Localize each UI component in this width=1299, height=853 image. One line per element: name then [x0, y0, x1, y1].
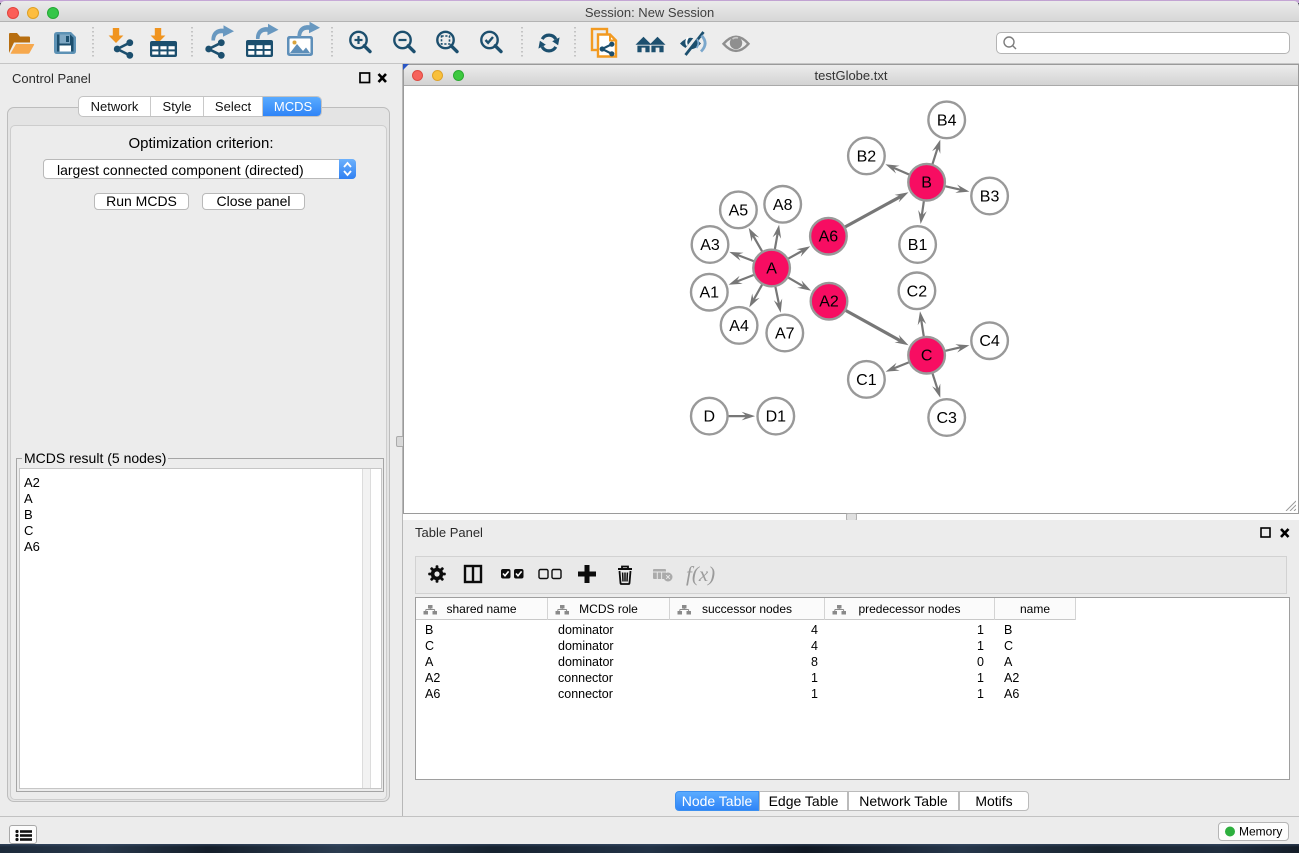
svg-text:C1: C1	[856, 372, 877, 389]
svg-text:f(x): f(x)	[686, 562, 715, 586]
svg-text:C2: C2	[907, 283, 928, 300]
svg-text:B3: B3	[980, 189, 1000, 206]
svg-text:A: A	[766, 261, 777, 278]
svg-text:C4: C4	[979, 333, 1000, 350]
svg-text:A2: A2	[819, 294, 839, 311]
svg-text:B: B	[921, 175, 932, 192]
svg-text:A1: A1	[700, 285, 720, 302]
svg-text:C: C	[921, 348, 933, 365]
svg-text:D1: D1	[766, 409, 787, 426]
svg-text:A3: A3	[700, 237, 720, 254]
svg-text:A7: A7	[775, 326, 795, 343]
svg-text:A5: A5	[729, 202, 749, 219]
svg-text:A8: A8	[773, 197, 793, 214]
svg-text:C3: C3	[936, 410, 957, 427]
svg-text:B1: B1	[908, 237, 928, 254]
svg-text:A4: A4	[729, 318, 749, 335]
svg-text:B2: B2	[857, 148, 877, 165]
svg-text:B4: B4	[937, 112, 957, 129]
svg-text:Memory: Memory	[1239, 825, 1282, 839]
svg-text:D: D	[704, 409, 716, 426]
svg-text:A6: A6	[819, 229, 839, 246]
